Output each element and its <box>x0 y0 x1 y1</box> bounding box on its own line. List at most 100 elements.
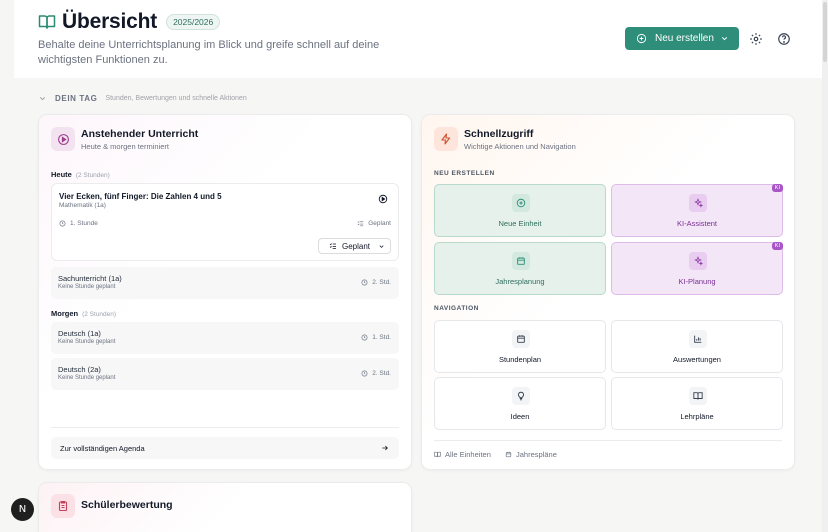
quick-access-subtitle: Wichtige Aktionen und Navigation <box>464 142 576 151</box>
school-year-badge[interactable]: 2025/2026 <box>166 14 221 30</box>
ai-badge: KI <box>771 242 783 250</box>
divider <box>51 427 399 428</box>
lesson-period-text: 1. Stunde <box>70 220 98 227</box>
play-circle-icon[interactable] <box>378 194 388 204</box>
tile-label: Stundenplan <box>498 355 542 364</box>
new-create-label: Neu erstellen <box>655 33 714 44</box>
lesson-row-time: 1. Std. <box>361 334 391 341</box>
link-all-units[interactable]: Alle Einheiten <box>434 450 491 459</box>
today-label-text: Heute <box>51 170 72 179</box>
tile-label: KI-Assistent <box>676 219 717 228</box>
tile-label: Ideen <box>510 412 530 421</box>
avatar[interactable]: N <box>11 498 34 521</box>
tile-label: Neue Einheit <box>498 219 542 228</box>
arrow-right-icon <box>382 445 388 451</box>
tile-ai-assistant[interactable]: KI-Assistent KI <box>611 184 783 237</box>
tomorrow-count: (2 Stunden) <box>82 311 117 318</box>
ai-badge: KI <box>771 184 783 192</box>
student-grading-title: Schülerbewertung <box>81 499 173 511</box>
calendar-icon <box>512 252 530 270</box>
agenda-link[interactable]: Zur vollständigen Agenda <box>51 437 399 459</box>
lesson-row-title: Deutsch (1a) <box>58 329 101 338</box>
sparkles-icon <box>689 252 707 270</box>
link-year-plans-label: Jahrespläne <box>516 450 557 459</box>
clock-icon <box>361 279 368 286</box>
tile-label: Jahresplanung <box>495 277 545 286</box>
tile-ideas[interactable]: Ideen <box>434 377 606 430</box>
lesson-row[interactable]: Deutsch (2a) Keine Stunde geplant 2. Std… <box>51 358 399 390</box>
lesson-status: Geplant <box>357 220 391 227</box>
tile-ai-planning[interactable]: KI-Planung KI <box>611 242 783 295</box>
book-open-icon <box>434 451 441 457</box>
calendar-icon <box>512 330 530 348</box>
section-title: DEIN TAG <box>55 94 98 103</box>
link-year-plans[interactable]: Jahrespläne <box>505 450 557 459</box>
page-header: Übersicht 2025/2026 Behalte deine Unterr… <box>14 0 822 78</box>
plus-circle-icon <box>636 33 647 44</box>
tomorrow-label-text: Morgen <box>51 309 79 318</box>
book-open-icon <box>689 387 707 405</box>
section-heading-day[interactable]: DEIN TAG Stunden, Bewertungen und schnel… <box>38 94 247 103</box>
navigation-section-label: NAVIGATION <box>434 305 479 312</box>
today-label: Heute (2 Stunden) <box>51 170 110 179</box>
clock-icon <box>361 334 368 341</box>
lesson-row-time-text: 2. Std. <box>372 370 391 377</box>
title-row: Übersicht 2025/2026 <box>38 10 221 34</box>
chevron-down-icon[interactable] <box>720 34 729 43</box>
help-icon[interactable] <box>777 32 791 46</box>
clock-icon <box>361 370 368 377</box>
lesson-row[interactable]: Sachunterricht (1a) Keine Stunde geplant… <box>51 267 399 299</box>
sparkles-icon <box>689 194 707 212</box>
lesson-status-select-value: Geplant <box>342 241 371 251</box>
lesson-status-text: Geplant <box>368 220 391 227</box>
clipboard-icon <box>51 494 75 518</box>
lesson-card-main[interactable]: Vier Ecken, fünf Finger: Die Zahlen 4 un… <box>51 183 399 261</box>
clock-icon <box>59 220 66 227</box>
lesson-row-title: Sachunterricht (1a) <box>58 274 122 283</box>
lightbulb-icon <box>512 387 530 405</box>
lesson-row-time: 2. Std. <box>361 370 391 377</box>
tile-analytics[interactable]: Auswertungen <box>611 320 783 373</box>
zap-icon <box>434 127 458 151</box>
lesson-row-time-text: 2. Std. <box>372 279 391 286</box>
quick-access-title: Schnellzugriff <box>464 128 534 140</box>
create-section-label: NEU ERSTELLEN <box>434 170 495 177</box>
new-create-button[interactable]: Neu erstellen <box>625 27 739 50</box>
section-subtitle: Stunden, Bewertungen und schnelle Aktion… <box>105 95 247 102</box>
tile-new-unit[interactable]: Neue Einheit <box>434 184 606 237</box>
today-count: (2 Stunden) <box>75 172 110 179</box>
lesson-row[interactable]: Deutsch (1a) Keine Stunde geplant 1. Std… <box>51 322 399 354</box>
lesson-title: Vier Ecken, fünf Finger: Die Zahlen 4 un… <box>59 192 222 201</box>
link-all-units-label: Alle Einheiten <box>445 450 491 459</box>
tile-timetable[interactable]: Stundenplan <box>434 320 606 373</box>
gear-icon[interactable] <box>749 32 763 46</box>
chevron-down-icon[interactable] <box>38 94 47 103</box>
tile-label: Lehrpläne <box>680 412 714 421</box>
tile-curricula[interactable]: Lehrpläne <box>611 377 783 430</box>
lesson-row-title: Deutsch (2a) <box>58 365 101 374</box>
tomorrow-label: Morgen (2 Stunden) <box>51 309 116 318</box>
upcoming-title: Anstehender Unterricht <box>81 128 199 140</box>
lesson-row-note: Keine Stunde geplant <box>58 375 116 381</box>
chevron-down-icon <box>379 244 384 248</box>
plus-circle-icon <box>512 194 530 212</box>
upcoming-subtitle: Heute & morgen terminiert <box>81 142 169 151</box>
divider <box>434 440 782 441</box>
play-circle-icon <box>51 127 75 151</box>
lesson-row-note: Keine Stunde geplant <box>58 339 116 345</box>
book-open-icon <box>38 15 56 29</box>
lesson-row-note: Keine Stunde geplant <box>58 284 116 290</box>
page-title: Übersicht <box>62 10 158 33</box>
scrollbar[interactable] <box>822 0 828 532</box>
page-subtitle: Behalte deine Unterrichtsplanung im Blic… <box>38 39 380 66</box>
tile-label: Auswertungen <box>673 355 721 364</box>
calendar-icon <box>505 451 512 458</box>
tile-label: KI-Planung <box>678 277 716 286</box>
scrollbar-thumb[interactable] <box>823 2 827 62</box>
bar-chart-icon <box>689 330 707 348</box>
list-check-icon <box>357 221 364 227</box>
lesson-period: 1. Stunde <box>59 220 98 227</box>
tile-year-planning[interactable]: Jahresplanung <box>434 242 606 295</box>
lesson-subject: Mathematik (1a) <box>59 202 106 209</box>
lesson-status-select[interactable]: Geplant <box>318 238 391 254</box>
